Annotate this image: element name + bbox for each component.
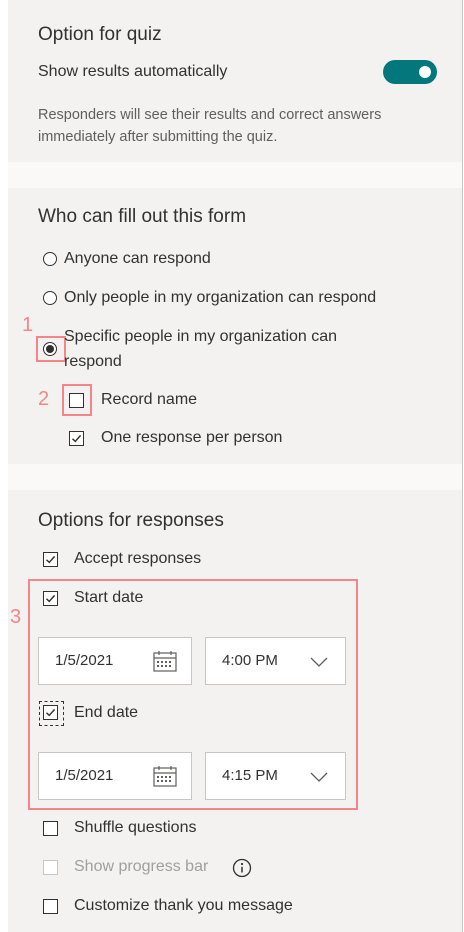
start-time-value: 4:00 PM — [222, 652, 278, 669]
chevron-down-icon — [310, 772, 328, 782]
start-date-input[interactable]: 1/5/2021 — [38, 637, 192, 685]
start-time-dropdown[interactable]: 4:00 PM — [205, 637, 346, 685]
end-date-value: 1/5/2021 — [55, 767, 114, 784]
annotation-number-2: 2 — [38, 388, 50, 410]
chevron-down-icon — [310, 657, 328, 667]
end-date-checkbox[interactable] — [43, 705, 58, 720]
calendar-icon[interactable] — [153, 650, 177, 672]
annotation-number-3: 3 — [10, 606, 22, 628]
annotation-number-1: 1 — [22, 314, 34, 336]
show-progress-label: Show progress bar — [74, 858, 209, 875]
end-time-value: 4:15 PM — [222, 767, 278, 784]
record-name-checkbox[interactable] — [69, 393, 84, 408]
section-spacer-2 — [8, 464, 462, 490]
radio-specific-label-line1: Specific people in my organization can — [64, 328, 338, 345]
radio-specific-label-line2: respond — [64, 353, 122, 370]
calendar-icon[interactable] — [153, 765, 177, 787]
customize-thankyou-label: Customize thank you message — [74, 897, 293, 914]
who-section — [8, 188, 462, 464]
who-heading: Who can fill out this form — [38, 206, 247, 227]
radio-anyone[interactable] — [43, 252, 57, 266]
checkmark-icon — [46, 555, 56, 564]
radio-selected-dot — [46, 345, 54, 353]
checkmark-icon — [46, 708, 56, 717]
end-date-label: End date — [74, 704, 139, 721]
radio-organization[interactable] — [43, 291, 57, 305]
responses-heading: Options for responses — [38, 510, 224, 531]
info-icon[interactable] — [232, 858, 252, 878]
accept-responses-checkbox[interactable] — [43, 552, 58, 567]
section-spacer — [8, 162, 462, 188]
checkmark-icon — [72, 434, 82, 443]
checkmark-icon — [46, 594, 56, 603]
radio-specific-people[interactable] — [43, 342, 57, 356]
radio-anyone-label: Anyone can respond — [64, 250, 211, 267]
form-settings-panel: Option for quiz Show results automatical… — [0, 0, 464, 932]
show-progress-checkbox[interactable] — [43, 860, 58, 875]
one-response-label: One response per person — [101, 429, 283, 446]
show-results-description: Responders will see their results and co… — [38, 107, 382, 145]
record-name-label: Record name — [101, 391, 198, 408]
end-time-dropdown[interactable]: 4:15 PM — [205, 752, 346, 800]
start-date-checkbox[interactable] — [43, 591, 58, 606]
quiz-heading: Option for quiz — [38, 24, 162, 45]
shuffle-questions-checkbox[interactable] — [43, 821, 58, 836]
customize-thankyou-checkbox[interactable] — [43, 899, 58, 914]
panel-right-border — [462, 0, 463, 932]
end-date-input[interactable]: 1/5/2021 — [38, 752, 192, 800]
radio-organization-label: Only people in my organization can respo… — [64, 289, 377, 306]
start-date-value: 1/5/2021 — [55, 652, 114, 669]
accept-responses-label: Accept responses — [74, 550, 202, 567]
start-date-label: Start date — [74, 589, 144, 606]
shuffle-questions-label: Shuffle questions — [74, 819, 197, 836]
show-results-label: Show results automatically — [38, 63, 228, 80]
toggle-knob — [419, 66, 431, 78]
one-response-checkbox[interactable] — [69, 431, 84, 446]
show-results-toggle[interactable] — [383, 60, 437, 84]
